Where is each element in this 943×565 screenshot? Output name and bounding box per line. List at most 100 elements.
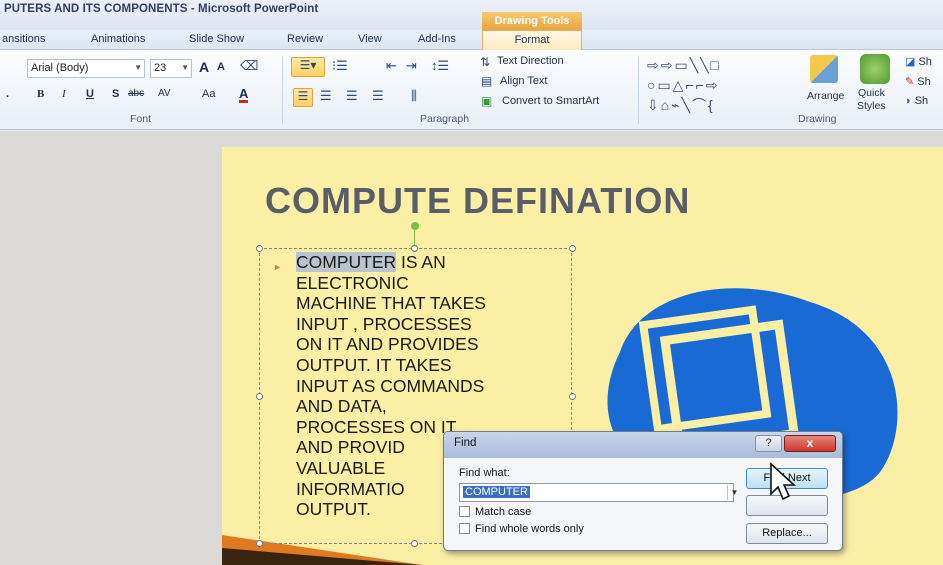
smartart-icon: ▣ [481,94,493,108]
body-line: MACHINE THAT TAKES [296,293,486,314]
group-separator [282,56,283,124]
title-bar: PUTERS AND ITS COMPONENTS - Microsoft Po… [0,0,943,30]
pointer-shape [770,462,797,501]
ribbon: Arial (Body) ▼ 23 ▼ A A ⌫ . B I U S abc … [0,50,943,130]
arrange-icon [810,55,838,83]
align-right-icon[interactable]: ☰ [346,88,358,104]
chevron-down-icon: ▼ [134,63,142,72]
overflow-dot: . [6,88,10,100]
find-what-value: COMPUTER [463,486,530,498]
body-line: INPUT AS COMMANDS [296,375,485,396]
font-size-combo[interactable]: 23 ▼ [150,59,192,78]
clear-formatting-icon[interactable]: ⌫ [240,58,258,74]
center-icon[interactable]: ☰ [320,88,332,104]
quick-styles-icon [860,54,890,84]
shrink-font-button[interactable]: A [217,61,225,73]
paragraph-group-label: Paragraph [420,113,470,125]
resize-handle[interactable] [411,540,418,547]
arrange-button[interactable]: Arrange [807,90,844,102]
rotation-handle[interactable] [411,222,419,230]
find-what-label: Find what: [459,467,510,479]
tab-slide-show[interactable]: Slide Show [189,33,244,45]
bullets-button[interactable]: ☰▾ [291,57,325,77]
change-case-button[interactable]: Aa [202,88,215,100]
slide-title[interactable]: COMPUTE DEFINATION [265,180,690,222]
help-button[interactable]: ? [755,435,782,452]
tab-add-ins[interactable]: Add-Ins [418,33,456,45]
tab-review[interactable]: Review [287,33,323,45]
tab-animations[interactable]: Animations [91,33,145,45]
convert-to-smartart-button[interactable]: Convert to SmartArt [502,95,599,107]
window-title: PUTERS AND ITS COMPONENTS - Microsoft Po… [4,3,319,15]
group-separator [638,56,639,124]
match-case-label: Match case [475,506,532,518]
shape-fill-button[interactable]: ◪ Sh [905,55,932,68]
bold-button[interactable]: B [37,88,44,100]
checkbox-box[interactable] [459,523,470,534]
mouse-pointer-icon [770,462,797,501]
body-line-rest: IS AN [396,252,446,272]
close-button[interactable]: x [784,435,836,452]
effects-icon: ◗ [905,95,912,107]
body-line: INPUT , PROCESSES [296,313,472,334]
shape-outline-button[interactable]: ✎ Sh [905,75,931,88]
match-case-checkbox[interactable]: Match case [459,506,531,518]
checkbox-box[interactable] [459,506,470,517]
shape-effects-button[interactable]: ◗ Sh [905,95,928,107]
decrease-indent-icon[interactable]: ⇤ [386,58,397,74]
tab-view[interactable]: View [358,33,382,45]
numbering-icon[interactable]: ⁝☰ [332,58,348,74]
resize-handle[interactable] [411,245,418,252]
text-direction-icon: ⇅ [480,55,491,69]
body-line: ON IT AND PROVIDES [296,334,479,355]
font-group-label: Font [130,113,152,125]
resize-handle[interactable] [569,245,576,252]
find-what-input[interactable]: COMPUTER ▼ [459,483,738,502]
font-name-combo[interactable]: Arial (Body) ▼ [27,59,145,78]
justify-icon[interactable]: ☰ [372,88,384,104]
body-line: COMPUTER IS AN [296,252,566,273]
contextual-tab-group-label: Drawing Tools [482,12,582,30]
drawing-group-label: Drawing [798,113,837,125]
resize-handle[interactable] [256,393,263,400]
text-direction-button[interactable]: Text Direction [497,55,564,67]
grow-font-button[interactable]: A [199,59,209,75]
columns-icon[interactable]: ⫼ [411,88,417,104]
underline-button[interactable]: U [86,88,94,100]
replace-button[interactable]: Replace... [746,523,828,544]
paint-bucket-icon: ◪ [905,56,916,68]
tab-format[interactable]: Format [482,30,582,50]
font-name-value: Arial (Body) [31,62,89,74]
align-text-button[interactable]: Align Text [500,75,548,87]
pencil-icon: ✎ [905,76,915,88]
character-spacing-button[interactable]: AV [158,88,171,99]
increase-indent-icon[interactable]: ⇥ [406,58,417,74]
quick-styles-line1[interactable]: Quick [858,87,885,99]
bullet-arrow-icon: ► [273,262,282,272]
shape-outline-label: Sh [917,76,931,88]
body-line: ELECTRONIC [296,272,409,293]
find-dialog-titlebar[interactable]: Find ? x [444,432,842,458]
whole-words-checkbox[interactable]: Find whole words only [459,523,584,535]
chevron-down-icon: ▼ [181,63,189,72]
shadow-button[interactable]: S [112,88,119,100]
strikethrough-button[interactable]: abc [128,88,144,99]
line-spacing-icon[interactable]: ↕☰ [431,58,449,74]
body-line: AND DATA, [296,396,387,417]
find-dialog-title: Find [454,437,477,449]
body-line: OUTPUT. IT TAKES [296,354,452,375]
shapes-gallery[interactable]: ⇨⇨▭╲╲□ ○▭△⌐⌐⇨ ⇩⌂⌁╲⌒{ [647,55,787,115]
quick-styles-line2[interactable]: Styles [857,100,886,112]
whole-words-label: Find whole words only [475,523,584,535]
resize-handle[interactable] [569,393,576,400]
align-left-button[interactable]: ☰ [293,88,313,107]
chevron-down-icon[interactable]: ▼ [727,485,741,500]
font-color-button[interactable]: A [239,87,249,103]
resize-handle[interactable] [256,245,263,252]
align-text-icon: ▤ [481,74,493,88]
ribbon-tabs: ansitions Animations Slide Show Review V… [0,30,943,50]
found-word-highlight: COMPUTER [296,252,397,272]
tab-transitions[interactable]: ansitions [2,33,45,45]
italic-button[interactable]: I [62,88,66,100]
resize-handle[interactable] [256,540,263,547]
